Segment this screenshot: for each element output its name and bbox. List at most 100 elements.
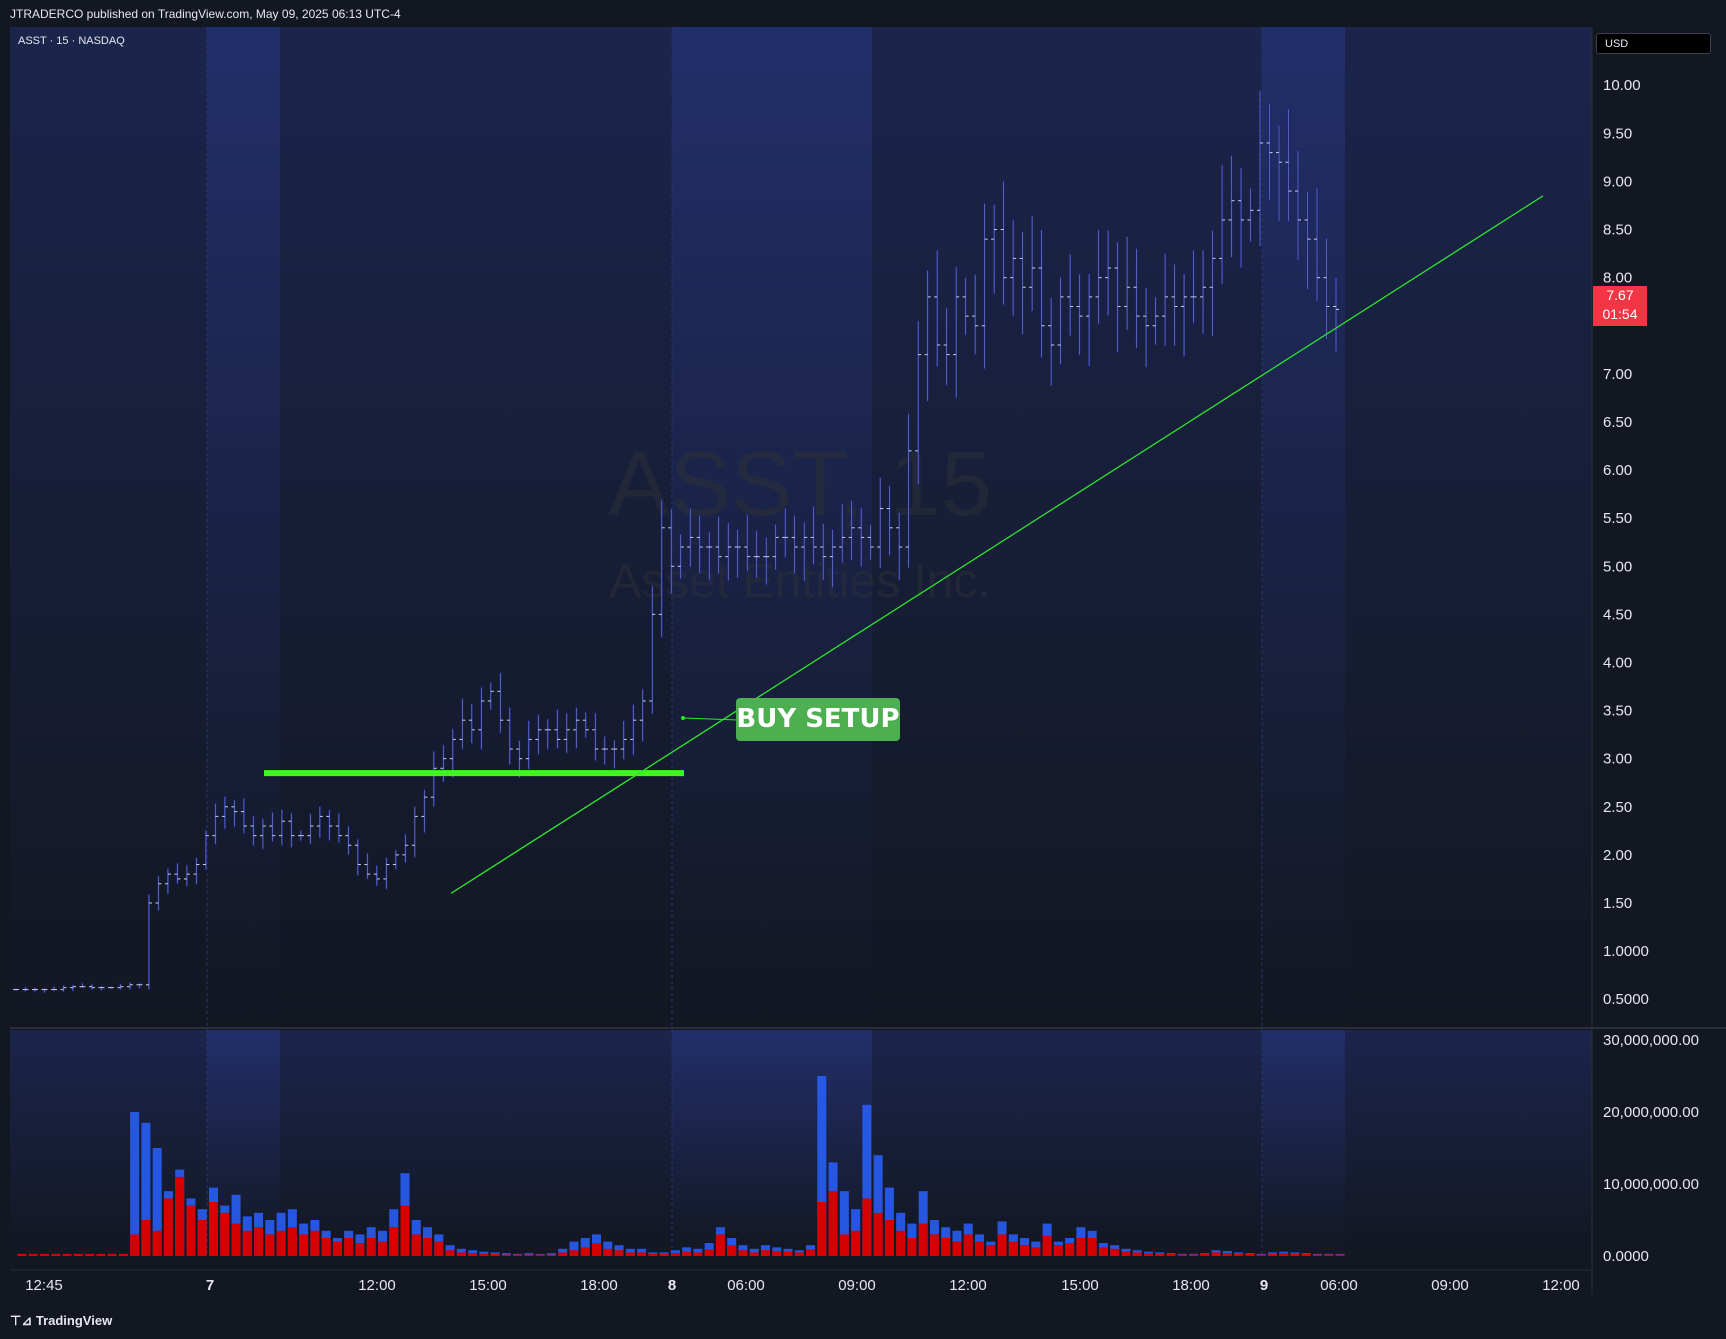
volume-bar-down <box>479 1253 489 1256</box>
volume-bar-down <box>1189 1254 1199 1256</box>
volume-bar-down <box>1256 1254 1266 1256</box>
volume-bar-down <box>366 1238 376 1256</box>
volume-bar-down <box>637 1252 647 1256</box>
price-chart[interactable]: ASST, 15 Asset Entities Inc. 10.00 9.50 9.00… <box>0 0 1726 1339</box>
volume-bar-down <box>738 1250 748 1256</box>
volume-bar-down <box>1222 1253 1232 1256</box>
price-tick-label: 2.00 <box>1603 847 1632 864</box>
volume-bar-down <box>17 1253 27 1256</box>
volume-bar-down <box>535 1254 545 1256</box>
volume-bar-down <box>580 1247 590 1256</box>
time-tick-label: 12:00 <box>949 1277 987 1294</box>
watermark-symbol: ASST, 15 <box>608 433 992 535</box>
time-tick-label: 12:00 <box>358 1277 396 1294</box>
time-tick-label: 18:00 <box>580 1277 618 1294</box>
volume-bar-down <box>1200 1253 1210 1256</box>
volume-bar-down <box>873 1212 883 1256</box>
last-price: 7.67 <box>1606 287 1634 303</box>
session-band <box>1345 27 1592 1027</box>
volume-bar-down <box>287 1227 297 1256</box>
session-band <box>280 1030 672 1256</box>
volume-bar-down <box>952 1241 962 1256</box>
volume-bar-down <box>1110 1248 1120 1256</box>
tradingview-logo: ⊤⊿ TradingView <box>10 1313 112 1329</box>
volume-bar-down <box>1312 1254 1322 1256</box>
volume-bar-down <box>299 1234 309 1256</box>
volume-bar-down <box>445 1250 455 1256</box>
volume-bar-down <box>220 1212 230 1256</box>
time-tick-label: 18:00 <box>1172 1277 1210 1294</box>
volume-bar-down <box>118 1253 128 1256</box>
volume-tick-label: 0.0000 <box>1603 1248 1649 1265</box>
volume-bar-down <box>321 1238 331 1256</box>
price-tick-label: 1.0000 <box>1603 943 1649 960</box>
time-tick-label: 09:00 <box>1431 1277 1469 1294</box>
volume-tick-label: 10,000,000.00 <box>1603 1176 1699 1193</box>
price-tick-label: 9.50 <box>1603 125 1632 142</box>
volume-bar-down <box>929 1234 939 1256</box>
volume-bar-down <box>175 1176 185 1256</box>
volume-bar-down <box>941 1238 951 1256</box>
volume-bar-down <box>490 1253 500 1256</box>
volume-bar-down <box>344 1238 354 1256</box>
price-tick-label: 8.50 <box>1603 222 1632 239</box>
session-band <box>207 27 280 1027</box>
volume-bar-down <box>1098 1247 1108 1256</box>
volume-bar-down <box>975 1241 985 1256</box>
volume-bar-down <box>197 1220 207 1256</box>
volume-bar-down <box>704 1249 714 1256</box>
volume-bar-down <box>727 1245 737 1256</box>
volume-bar-down <box>907 1238 917 1256</box>
volume-bar-down <box>749 1252 759 1256</box>
volume-bar-down <box>208 1202 219 1256</box>
volume-bar-down <box>682 1251 692 1256</box>
volume-bar-down <box>1267 1253 1277 1256</box>
volume-bar-down <box>186 1205 196 1256</box>
volume-bar-down <box>1234 1253 1244 1256</box>
time-tick-label: 06:00 <box>1320 1277 1358 1294</box>
volume-bar-down <box>242 1230 252 1256</box>
volume-bar-down <box>851 1230 861 1256</box>
time-tick-label: 15:00 <box>1061 1277 1099 1294</box>
volume-bar-down <box>862 1198 872 1256</box>
price-tick-label: 5.50 <box>1603 510 1632 527</box>
price-tick-label: 9.00 <box>1603 173 1632 190</box>
session-band <box>1262 1030 1345 1256</box>
volume-bar-down <box>1143 1253 1154 1256</box>
volume-bar-down <box>231 1223 241 1256</box>
price-tick-label: 3.00 <box>1603 751 1632 768</box>
volume-bar-down <box>513 1254 523 1256</box>
currency-selector[interactable]: USD <box>1596 33 1711 54</box>
volume-bar-down <box>152 1230 162 1256</box>
volume-bar-down <box>817 1202 827 1256</box>
volume-bar-down <box>783 1251 793 1256</box>
volume-bar-down <box>546 1254 556 1256</box>
publish-header: JTRADERCO published on TradingView.com, … <box>0 0 1726 26</box>
volume-bar-down <box>648 1253 658 1256</box>
last-price-badge: 7.67 01:54 <box>1593 286 1647 326</box>
volume-bar-down <box>760 1250 770 1256</box>
volume-bar-down <box>986 1245 996 1256</box>
volume-bar-down <box>254 1227 264 1256</box>
volume-bar-down <box>806 1249 816 1256</box>
volume-bar-down <box>1279 1253 1289 1256</box>
volume-bar-down <box>107 1253 117 1256</box>
volume-bar-down <box>693 1252 703 1256</box>
volume-bar-down <box>456 1252 466 1256</box>
price-tick-label: 0.5000 <box>1603 991 1649 1008</box>
volume-bar-down <box>1177 1254 1187 1256</box>
buy-setup-label[interactable]: BUY SETUP <box>736 698 900 741</box>
session-band <box>1262 27 1345 1027</box>
volume-bar-down <box>332 1241 342 1256</box>
volume-tick-label: 20,000,000.00 <box>1603 1104 1699 1121</box>
price-tick-label: 3.50 <box>1603 703 1632 720</box>
volume-bar-down <box>1166 1253 1176 1256</box>
volume-bar-down <box>501 1254 511 1256</box>
volume-bar-down <box>1076 1238 1086 1256</box>
footer <box>0 1306 1726 1339</box>
volume-bar-down <box>828 1191 838 1256</box>
volume-bar-down <box>1132 1252 1142 1256</box>
time-tick-label: 06:00 <box>727 1277 765 1294</box>
volume-bar-down <box>1324 1254 1334 1256</box>
volume-bar-down <box>896 1230 906 1256</box>
